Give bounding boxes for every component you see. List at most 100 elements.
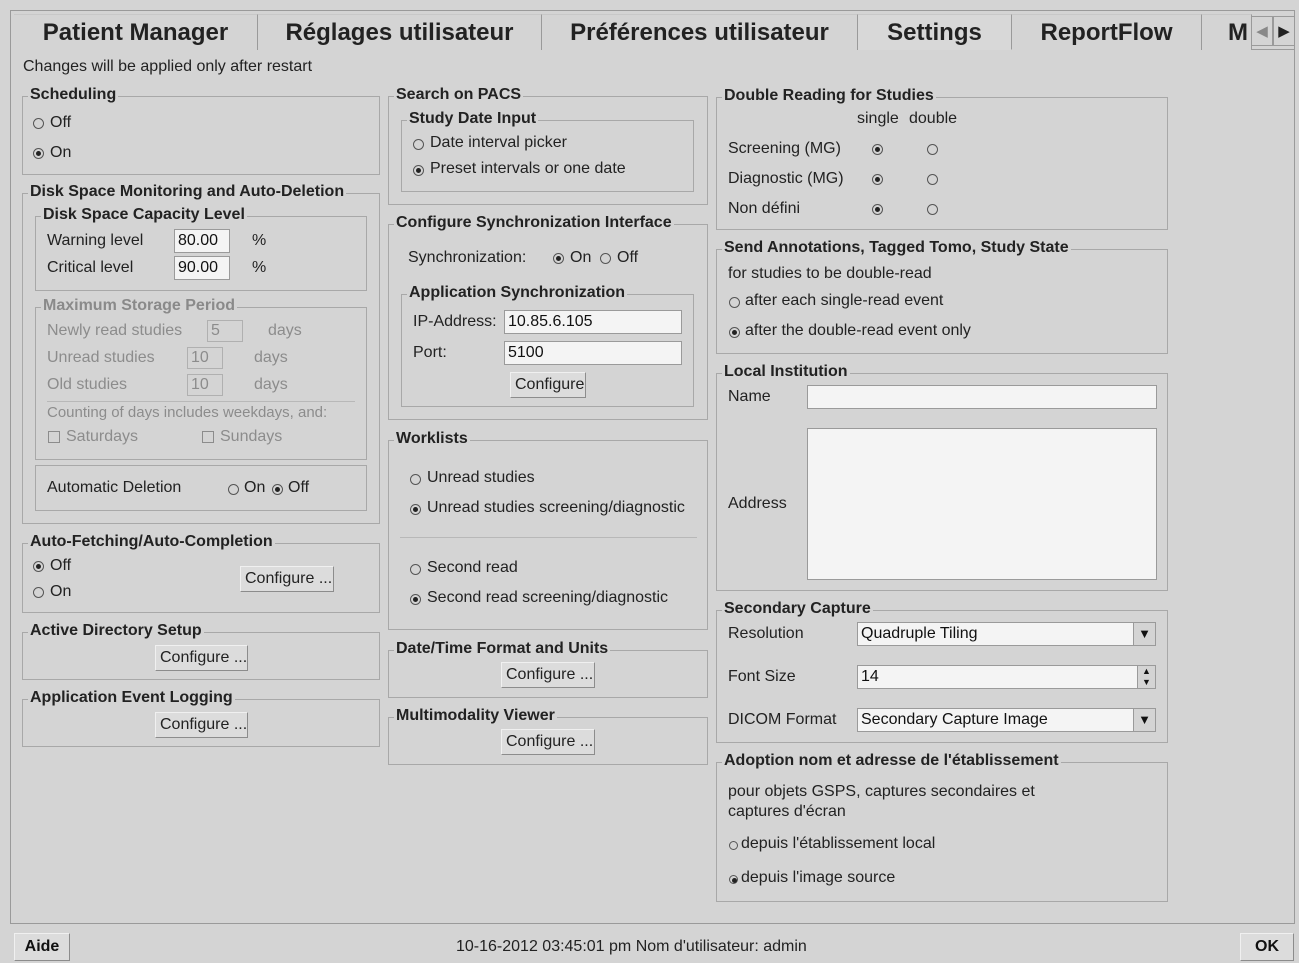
warning-percent: % (252, 232, 267, 249)
dicom-format-select[interactable]: Secondary Capture Image ▼ (857, 708, 1156, 732)
annotations-subtitle: for studies to be double-read (728, 265, 932, 282)
unread-days: days (254, 349, 288, 366)
screening-label: Screening (MG) (728, 140, 841, 157)
tab-more[interactable]: M (1202, 14, 1252, 50)
warning-label: Warning level (47, 232, 144, 249)
multimodality-configure-button[interactable]: Configure ... (501, 729, 595, 755)
auto-deletion-on-label: On (244, 479, 266, 496)
counting-note: Counting of days includes weekdays, and: (47, 404, 328, 421)
sync-configure-button[interactable]: Configure (510, 372, 586, 398)
tab-preferences-utilisateur[interactable]: Préférences utilisateur (542, 14, 858, 50)
font-size-spinner[interactable]: 14 ▲ ▼ (857, 665, 1156, 689)
tab-reportflow[interactable]: ReportFlow (1012, 14, 1202, 50)
autofetch-on-label: On (50, 583, 72, 600)
disk-title: Disk Space Monitoring and Auto-Deletion (28, 183, 347, 201)
sundays-label: Sundays (220, 428, 283, 445)
tab-settings[interactable]: Settings (858, 14, 1012, 50)
scheduling-on-radio[interactable] (33, 148, 44, 159)
unread-input[interactable]: 10 (187, 347, 223, 369)
scheduling-off-radio[interactable] (33, 118, 44, 129)
scheduling-title: Scheduling (28, 86, 119, 104)
spinner-arrows-icon[interactable]: ▲ ▼ (1137, 666, 1155, 688)
after-double-label: after the double-read event only (745, 322, 971, 339)
multimodality-title: Multimodality Viewer (394, 707, 557, 725)
institution-name-label: Name (728, 388, 771, 405)
dicom-format-value: Secondary Capture Image (861, 711, 1048, 728)
after-double-radio[interactable] (729, 327, 740, 338)
ok-button[interactable]: OK (1240, 933, 1294, 961)
unread-sd-label: Unread studies screening/diagnostic (427, 499, 685, 516)
pacs-title: Search on PACS (394, 86, 524, 104)
autofetch-configure-button[interactable]: Configure ... (240, 566, 334, 592)
scroll-left-icon[interactable]: ◀ (1251, 16, 1273, 46)
ip-address-input[interactable]: 10.85.6.105 (504, 310, 682, 334)
chevron-down-icon[interactable]: ▼ (1133, 623, 1155, 645)
chevron-down-icon[interactable]: ▼ (1133, 709, 1155, 731)
after-single-radio[interactable] (729, 297, 740, 308)
diagnostic-double-radio[interactable] (927, 174, 938, 185)
institution-address-textarea[interactable] (807, 428, 1157, 580)
sync-on-radio[interactable] (553, 253, 564, 264)
institution-name-input[interactable] (807, 385, 1157, 409)
worklists-divider (400, 537, 697, 538)
tab-bar: Patient Manager Réglages utilisateur Pré… (14, 14, 1295, 50)
col-double-label: double (909, 110, 958, 127)
scheduling-on-label: On (50, 144, 72, 161)
sync-on-label: On (570, 249, 592, 266)
adoption-local-label: depuis l'établissement local (741, 835, 936, 852)
tab-reglages-utilisateur[interactable]: Réglages utilisateur (258, 14, 542, 50)
newly-read-input[interactable]: 5 (207, 320, 243, 342)
screening-double-radio[interactable] (927, 144, 938, 155)
app-sync-title: Application Synchronization (407, 284, 628, 302)
autofetch-off-radio[interactable] (33, 561, 44, 572)
event-logging-configure-button[interactable]: Configure ... (155, 712, 248, 738)
old-studies-label: Old studies (47, 376, 128, 393)
newly-read-label: Newly read studies (47, 322, 183, 339)
institution-address-label: Address (728, 495, 787, 512)
undefined-single-radio[interactable] (872, 204, 883, 215)
adoption-source-radio[interactable] (729, 875, 738, 884)
datetime-configure-button[interactable]: Configure ... (501, 662, 595, 688)
screening-single-radio[interactable] (872, 144, 883, 155)
undefined-label: Non défini (728, 200, 801, 217)
auto-deletion-off-radio[interactable] (272, 484, 283, 495)
sync-title: Configure Synchronization Interface (394, 214, 674, 232)
sundays-checkbox[interactable] (202, 431, 214, 443)
help-button[interactable]: Aide (14, 933, 70, 961)
sync-off-radio[interactable] (600, 253, 611, 264)
autofetch-on-radio[interactable] (33, 587, 44, 598)
second-read-radio[interactable] (410, 564, 421, 575)
auto-deletion-on-radio[interactable] (228, 484, 239, 495)
saturdays-label: Saturdays (66, 428, 139, 445)
critical-level-input[interactable]: 90.00 (174, 256, 230, 280)
after-single-label: after each single-read event (745, 292, 944, 309)
divider (47, 401, 355, 402)
diagnostic-single-radio[interactable] (872, 174, 883, 185)
second-read-sd-radio[interactable] (410, 594, 421, 605)
resolution-value: Quadruple Tiling (861, 625, 978, 642)
saturdays-checkbox[interactable] (48, 431, 60, 443)
undefined-double-radio[interactable] (927, 204, 938, 215)
scheduling-group (22, 96, 380, 175)
secondary-capture-title: Secondary Capture (722, 600, 873, 618)
tab-scroll: ◀ ▶ (1251, 16, 1295, 46)
unread-radio[interactable] (410, 474, 421, 485)
unread-sd-radio[interactable] (410, 504, 421, 515)
scheduling-off-label: Off (50, 114, 72, 131)
autofetch-off-label: Off (50, 557, 72, 574)
preset-radio[interactable] (413, 165, 424, 176)
resolution-select[interactable]: Quadruple Tiling ▼ (857, 622, 1156, 646)
storage-period-title: Maximum Storage Period (41, 297, 238, 315)
active-directory-configure-button[interactable]: Configure ... (155, 645, 248, 671)
old-studies-input[interactable]: 10 (187, 374, 223, 396)
port-input[interactable]: 5100 (504, 341, 682, 365)
adoption-source-label: depuis l'image source (741, 869, 896, 886)
study-date-title: Study Date Input (407, 110, 539, 128)
unread-label: Unread studies (47, 349, 155, 366)
interval-picker-radio[interactable] (413, 139, 424, 150)
adoption-local-radio[interactable] (729, 841, 738, 850)
warning-level-input[interactable]: 80.00 (174, 229, 230, 253)
interval-picker-label: Date interval picker (430, 134, 567, 151)
scroll-right-icon[interactable]: ▶ (1273, 16, 1295, 46)
tab-patient-manager[interactable]: Patient Manager (14, 14, 258, 50)
